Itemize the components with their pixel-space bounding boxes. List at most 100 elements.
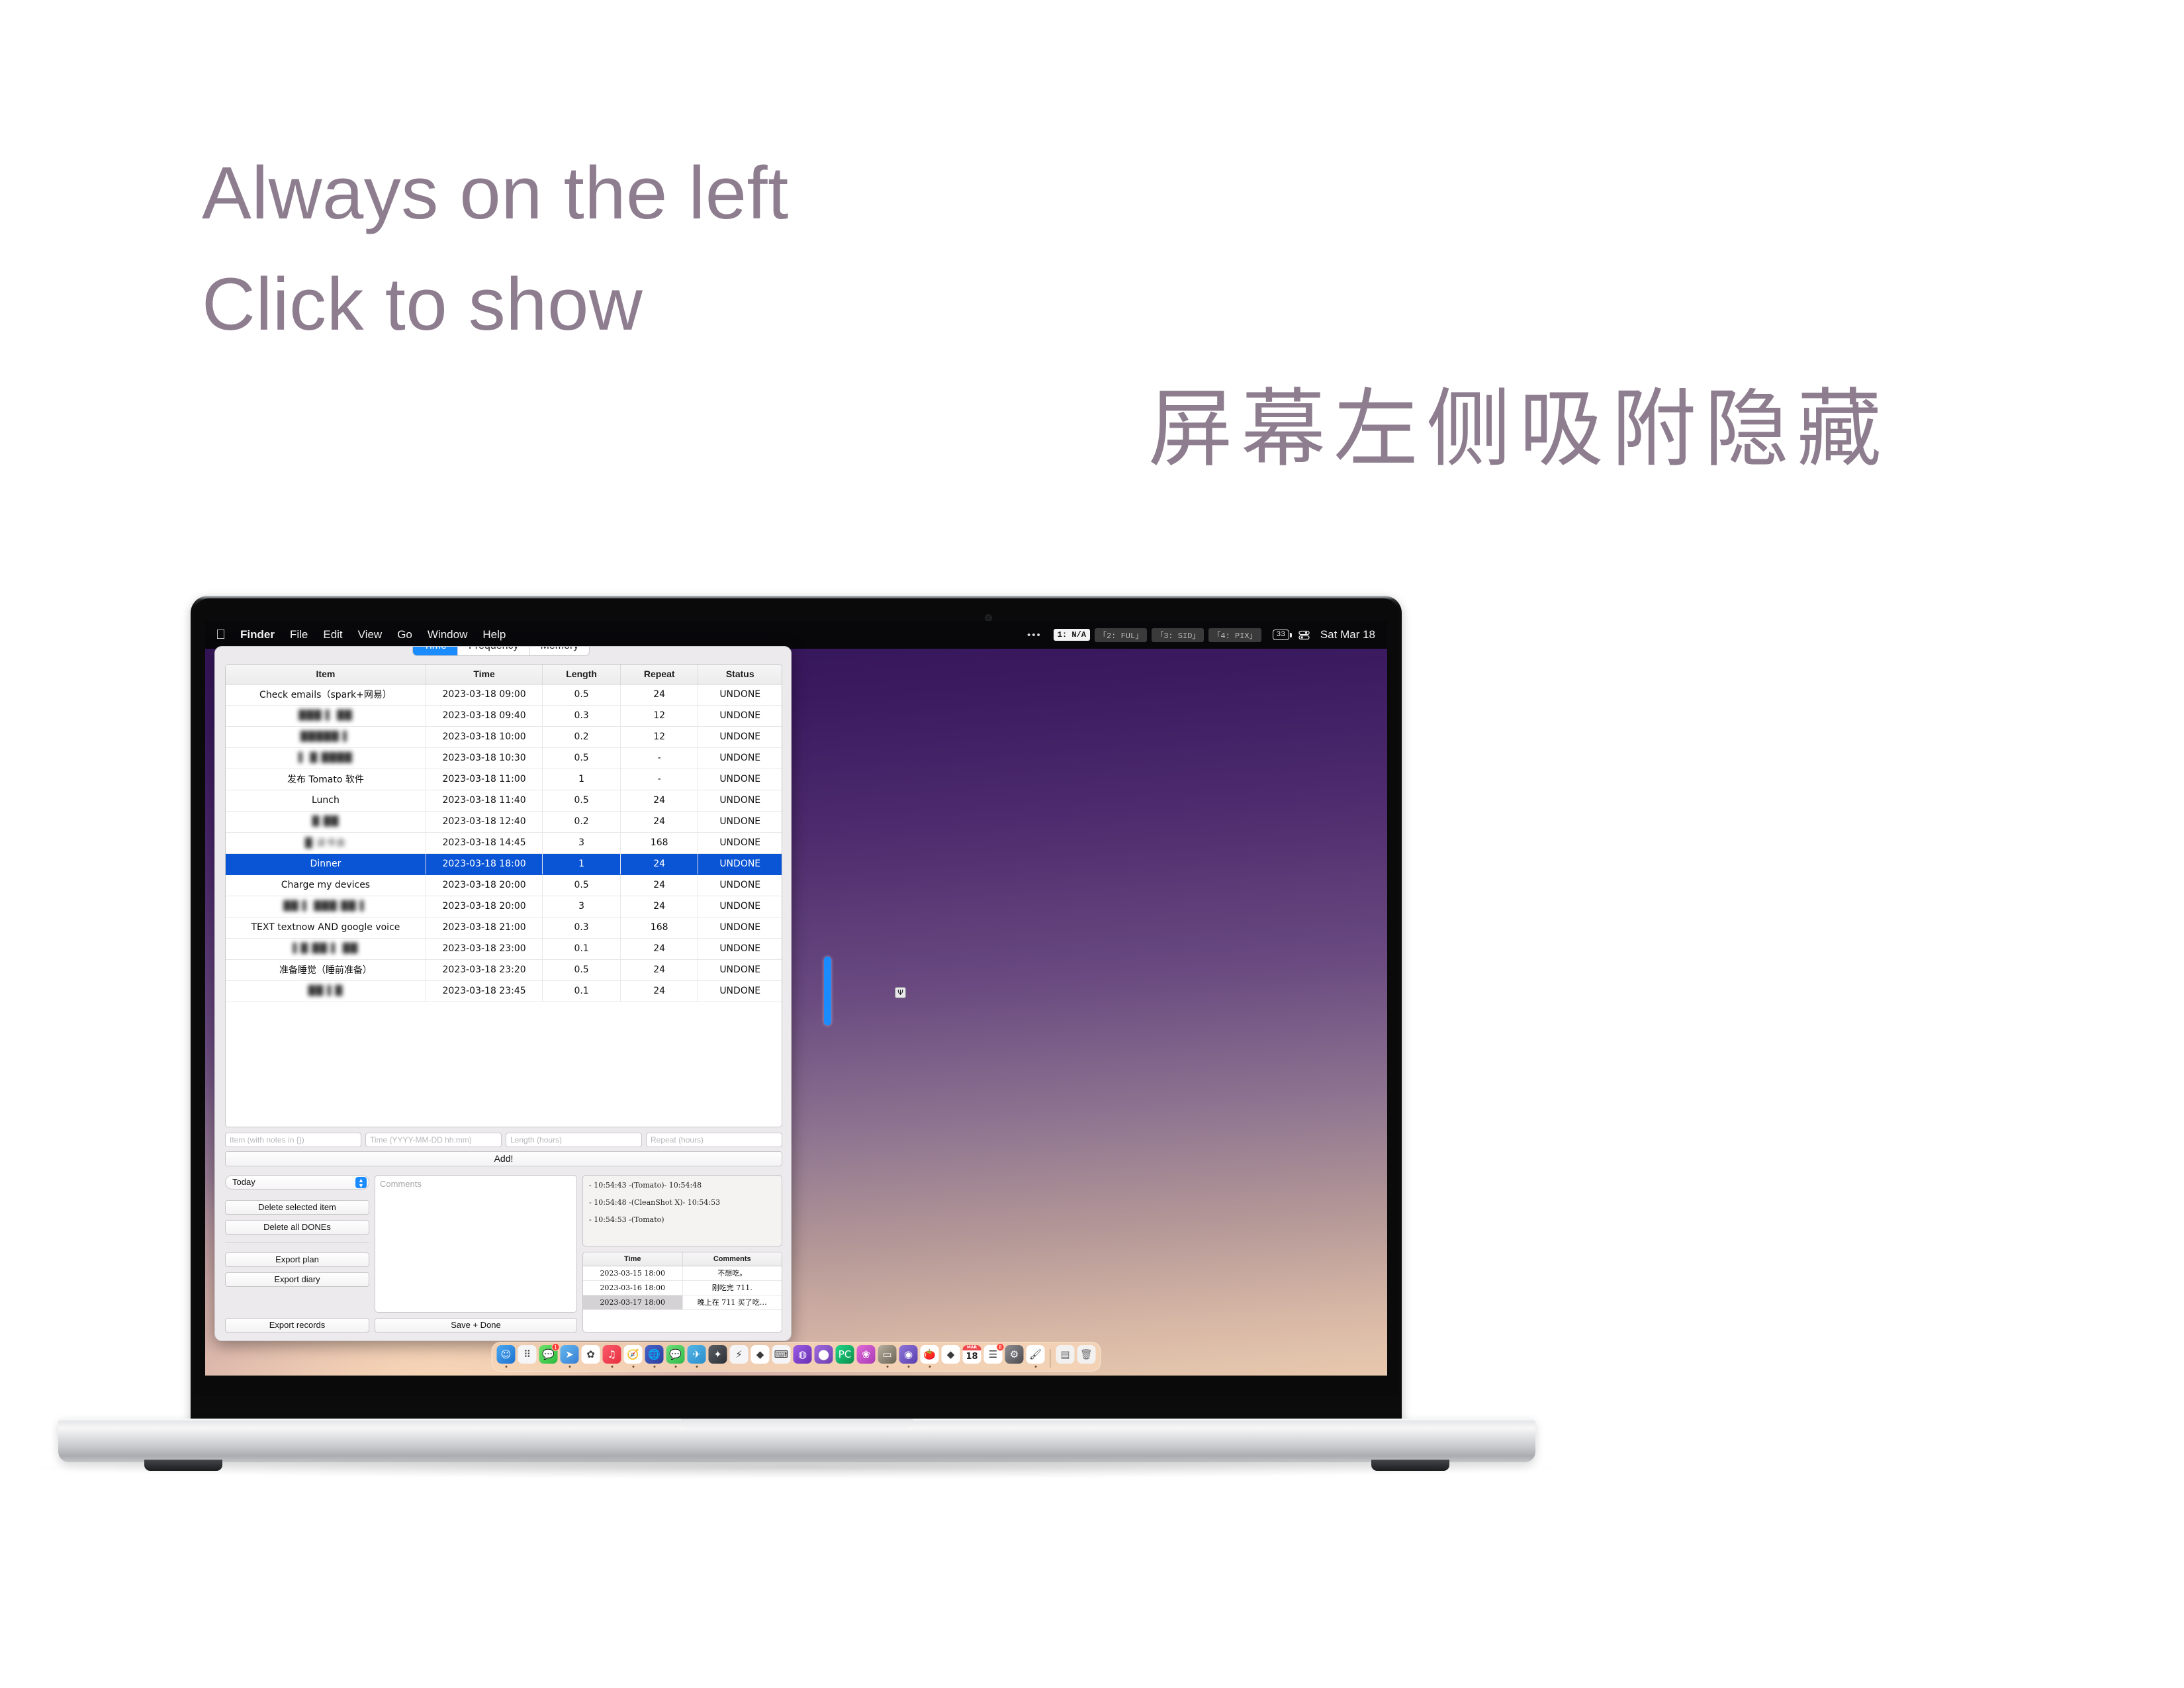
workspace-indicator-3[interactable]: 「3: SID」: [1152, 628, 1205, 642]
range-popup-button[interactable]: Today ▲ ▼: [225, 1175, 369, 1190]
cell-repeat[interactable]: 24: [620, 980, 699, 1002]
cell-length[interactable]: 0.3: [542, 917, 621, 939]
dock-icon-reminders[interactable]: ☰ 8: [983, 1343, 1005, 1364]
dock-icon-wechat[interactable]: 💬: [666, 1345, 685, 1364]
cell-length[interactable]: 0.2: [542, 726, 621, 748]
cell-status[interactable]: UNDONE: [698, 917, 782, 939]
table-row[interactable]: Dinner 2023-03-18 18:00 1 24 UNDONE: [226, 853, 782, 875]
cell-length[interactable]: 0.5: [542, 874, 621, 896]
dock-slot-launchpad[interactable]: ⠿: [518, 1345, 537, 1368]
menu-item-finder[interactable]: Finder: [240, 628, 275, 641]
cell-status[interactable]: UNDONE: [698, 959, 782, 981]
add-button[interactable]: Add!: [225, 1151, 782, 1166]
cell-time[interactable]: 2023-03-18 11:40: [426, 790, 543, 812]
tab-memory[interactable]: Memory: [530, 647, 590, 655]
dock-icon-obsidian[interactable]: ◆: [751, 1345, 770, 1364]
dock-icon-downloads-stack[interactable]: ▤: [1056, 1345, 1075, 1364]
cell-time[interactable]: 2023-03-18 12:40: [426, 811, 543, 833]
cell-item[interactable]: ▌ █ ████: [226, 747, 426, 769]
dock-slot-keyboard[interactable]: ⌨: [772, 1345, 791, 1368]
cell-time[interactable]: 2023-03-18 20:00: [426, 874, 543, 896]
cell-repeat[interactable]: 12: [620, 726, 699, 748]
table-row[interactable]: ███ ▌ ██ 2023-03-18 09:40 0.3 12 UNDONE: [226, 705, 782, 727]
table-row[interactable]: ▌ █ ████ 2023-03-18 10:30 0.5- UNDONE: [226, 747, 782, 769]
menubar-overflow-icon[interactable]: •••: [1027, 630, 1042, 641]
diary-row[interactable]: 2023-03-17 18:00 晚上在 711 买了吃…: [583, 1295, 782, 1310]
save-done-button[interactable]: Save + Done: [375, 1318, 577, 1333]
desktop-file-icon[interactable]: Ψ: [895, 987, 906, 998]
cell-time[interactable]: 2023-03-18 23:00: [426, 938, 543, 960]
cell-time[interactable]: 2023-03-18 09:40: [426, 705, 543, 727]
cell-status[interactable]: UNDONE: [698, 938, 782, 960]
cell-length[interactable]: 0.5: [542, 684, 621, 706]
dock-icon-preview-paint[interactable]: 🖌: [1026, 1345, 1045, 1364]
cell-length[interactable]: 0.3: [542, 705, 621, 727]
cell-item[interactable]: █████ ▌: [226, 726, 426, 748]
dock-slot-spark-mail[interactable]: ➤: [560, 1345, 579, 1368]
dock-icon-telegram[interactable]: ✈: [687, 1345, 706, 1364]
dock-icon-system-settings[interactable]: ⚙: [1005, 1345, 1024, 1364]
menu-item-go[interactable]: Go: [397, 628, 412, 641]
cell-item[interactable]: Lunch: [226, 790, 426, 812]
cell-length[interactable]: 0.5: [542, 790, 621, 812]
cell-repeat[interactable]: -: [620, 769, 699, 790]
cell-time[interactable]: 2023-03-18 10:00: [426, 726, 543, 748]
cell-status[interactable]: UNDONE: [698, 747, 782, 769]
column-header-time[interactable]: Time: [426, 665, 543, 684]
cell-item[interactable]: ▌█ ██ ▌ ██: [226, 938, 426, 960]
repeat-input[interactable]: [646, 1133, 782, 1147]
table-row[interactable]: Lunch 2023-03-18 11:40 0.5 24 UNDONE: [226, 790, 782, 812]
cell-item[interactable]: Check emails（spark+网易）: [226, 684, 426, 706]
diary-cell-time[interactable]: 2023-03-17 18:00: [583, 1295, 683, 1310]
dock-slot-telegram[interactable]: ✈: [687, 1345, 706, 1368]
plan-table-container[interactable]: Item Time Length Repeat Status Check ema…: [225, 664, 782, 1127]
workspace-indicator-4[interactable]: 「4: PIX」: [1208, 628, 1261, 642]
diary-cell-comment[interactable]: 不想吃。: [682, 1266, 782, 1281]
table-row[interactable]: █ 读书会 2023-03-18 14:45 3 168 UNDONE: [226, 832, 782, 854]
menu-item-window[interactable]: Window: [428, 628, 467, 641]
cell-item[interactable]: █ 读书会: [226, 832, 426, 854]
apple-logo-icon[interactable]: : [216, 628, 226, 641]
cell-time[interactable]: 2023-03-18 09:00: [426, 684, 543, 706]
cell-time[interactable]: 2023-03-18 14:45: [426, 832, 543, 854]
cell-item[interactable]: 准备睡觉（睡前准备）: [226, 959, 426, 981]
cell-status[interactable]: UNDONE: [698, 726, 782, 748]
cell-time[interactable]: 2023-03-18 20:00: [426, 896, 543, 917]
tab-frequency[interactable]: Frequency: [458, 647, 530, 655]
dock-slot-viber[interactable]: ◍: [793, 1345, 812, 1368]
menu-item-file[interactable]: File: [290, 628, 308, 641]
cell-status[interactable]: UNDONE: [698, 853, 782, 875]
cell-time[interactable]: 2023-03-18 18:00: [426, 853, 543, 875]
dock-icon-spark-mail[interactable]: ➤: [560, 1345, 579, 1364]
dock-slot-github[interactable]: ⬤: [814, 1345, 833, 1368]
dock-slot-calendar[interactable]: MAR 18: [962, 1345, 981, 1368]
table-row[interactable]: █ ██ 2023-03-18 12:40 0.2 24 UNDONE: [226, 811, 782, 833]
diary-cell-comment[interactable]: 晚上在 711 买了吃…: [682, 1295, 782, 1310]
cell-item[interactable]: Charge my devices: [226, 874, 426, 896]
dock-icon-photos[interactable]: ✿: [581, 1345, 600, 1364]
cell-length[interactable]: 0.1: [542, 980, 621, 1002]
cell-item[interactable]: ██ ▌█: [226, 980, 426, 1002]
cell-item[interactable]: █ ██: [226, 811, 426, 833]
menubar-clock[interactable]: Sat Mar 18: [1320, 628, 1375, 641]
dock-slot-pycharm[interactable]: PC: [835, 1345, 854, 1368]
cell-length[interactable]: 0.2: [542, 811, 621, 833]
dock-slot-downloads[interactable]: ▤: [1056, 1345, 1075, 1368]
workspace-indicator-2[interactable]: 「2: FUL」: [1094, 628, 1148, 642]
cell-repeat[interactable]: 24: [620, 896, 699, 917]
cell-time[interactable]: 2023-03-18 21:00: [426, 917, 543, 939]
dock-slot-retro-tv[interactable]: ▭: [878, 1345, 897, 1368]
cell-length[interactable]: 0.5: [542, 959, 621, 981]
column-header-length[interactable]: Length: [542, 665, 621, 684]
cell-length[interactable]: 0.1: [542, 938, 621, 960]
diary-column-time[interactable]: Time: [583, 1252, 683, 1266]
table-row[interactable]: █████ ▌ 2023-03-18 10:00 0.2 12 UNDONE: [226, 726, 782, 748]
cell-length[interactable]: 1: [542, 769, 621, 790]
edge-reveal-handle[interactable]: [824, 957, 831, 1025]
cell-length[interactable]: 1: [542, 853, 621, 875]
control-center-icon[interactable]: [1298, 630, 1310, 640]
table-row[interactable]: Check emails（spark+网易） 2023-03-18 09:00 0.…: [226, 684, 782, 706]
dock-slot-notes-fast[interactable]: ⚡: [729, 1345, 749, 1368]
table-row[interactable]: TEXT textnow AND google voice 2023-03-18 …: [226, 917, 782, 939]
diary-row[interactable]: 2023-03-15 18:00 不想吃。: [583, 1266, 782, 1281]
